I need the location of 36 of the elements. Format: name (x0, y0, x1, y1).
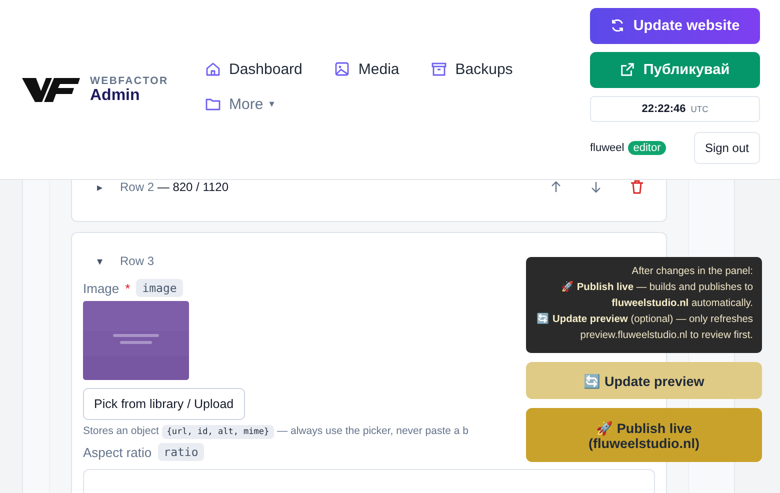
folder-icon (205, 96, 221, 112)
expand-toggle[interactable]: ▾ (94, 254, 106, 268)
pick-image-button[interactable]: Pick from library / Upload (83, 388, 245, 420)
publish-button[interactable]: Публикувай (590, 52, 760, 88)
clock: 22:22:46 UTC (590, 96, 760, 122)
trash-icon[interactable] (630, 180, 644, 194)
sign-out-button[interactable]: Sign out (694, 132, 760, 164)
field-key: ratio (158, 443, 204, 461)
role-badge: editor (628, 140, 666, 154)
nav-link[interactable]: More ▾ (205, 96, 274, 112)
field-label: Image (83, 280, 120, 296)
refresh-icon (610, 18, 626, 33)
expand-toggle[interactable]: ▸ (94, 180, 106, 194)
logo-icon (22, 76, 80, 104)
nav-link[interactable]: Dashboard (205, 60, 302, 78)
arrow-down-icon[interactable] (590, 181, 602, 193)
nav-link[interactable]: Media (334, 60, 400, 78)
user-name: fluweel (590, 142, 624, 154)
update-preview-button[interactable]: 🔄 Update preview (526, 362, 762, 399)
nav-link[interactable]: Backups (431, 60, 513, 78)
archive-icon (431, 61, 448, 77)
home-icon (205, 61, 221, 77)
row-title: Row 2 — 820 / 1120 (120, 180, 230, 194)
external-link-icon (620, 62, 636, 77)
row-title: Row 3 (120, 254, 156, 268)
image-icon (334, 61, 350, 77)
update-website-button[interactable]: Update website (590, 8, 760, 44)
help-tooltip: After changes in the panel: 🚀 Publish live — builds and publishes to fluweelstudio.nl automatically. 🔄 Update preview (optional) — only refreshes preview.fluweelstudio.nl to review first. (526, 257, 762, 353)
brand-name: WEBFACTOR (90, 74, 168, 86)
field-label: Aspect ratio (83, 444, 152, 460)
arrow-up-icon[interactable] (550, 181, 562, 193)
required-mark: * (125, 280, 130, 296)
publish-live-button[interactable]: 🚀 Publish live (fluweelstudio.nl) (526, 408, 762, 462)
brand-subtitle: Admin (90, 86, 141, 104)
field-key: image (136, 279, 183, 297)
input-field[interactable] (83, 469, 655, 493)
